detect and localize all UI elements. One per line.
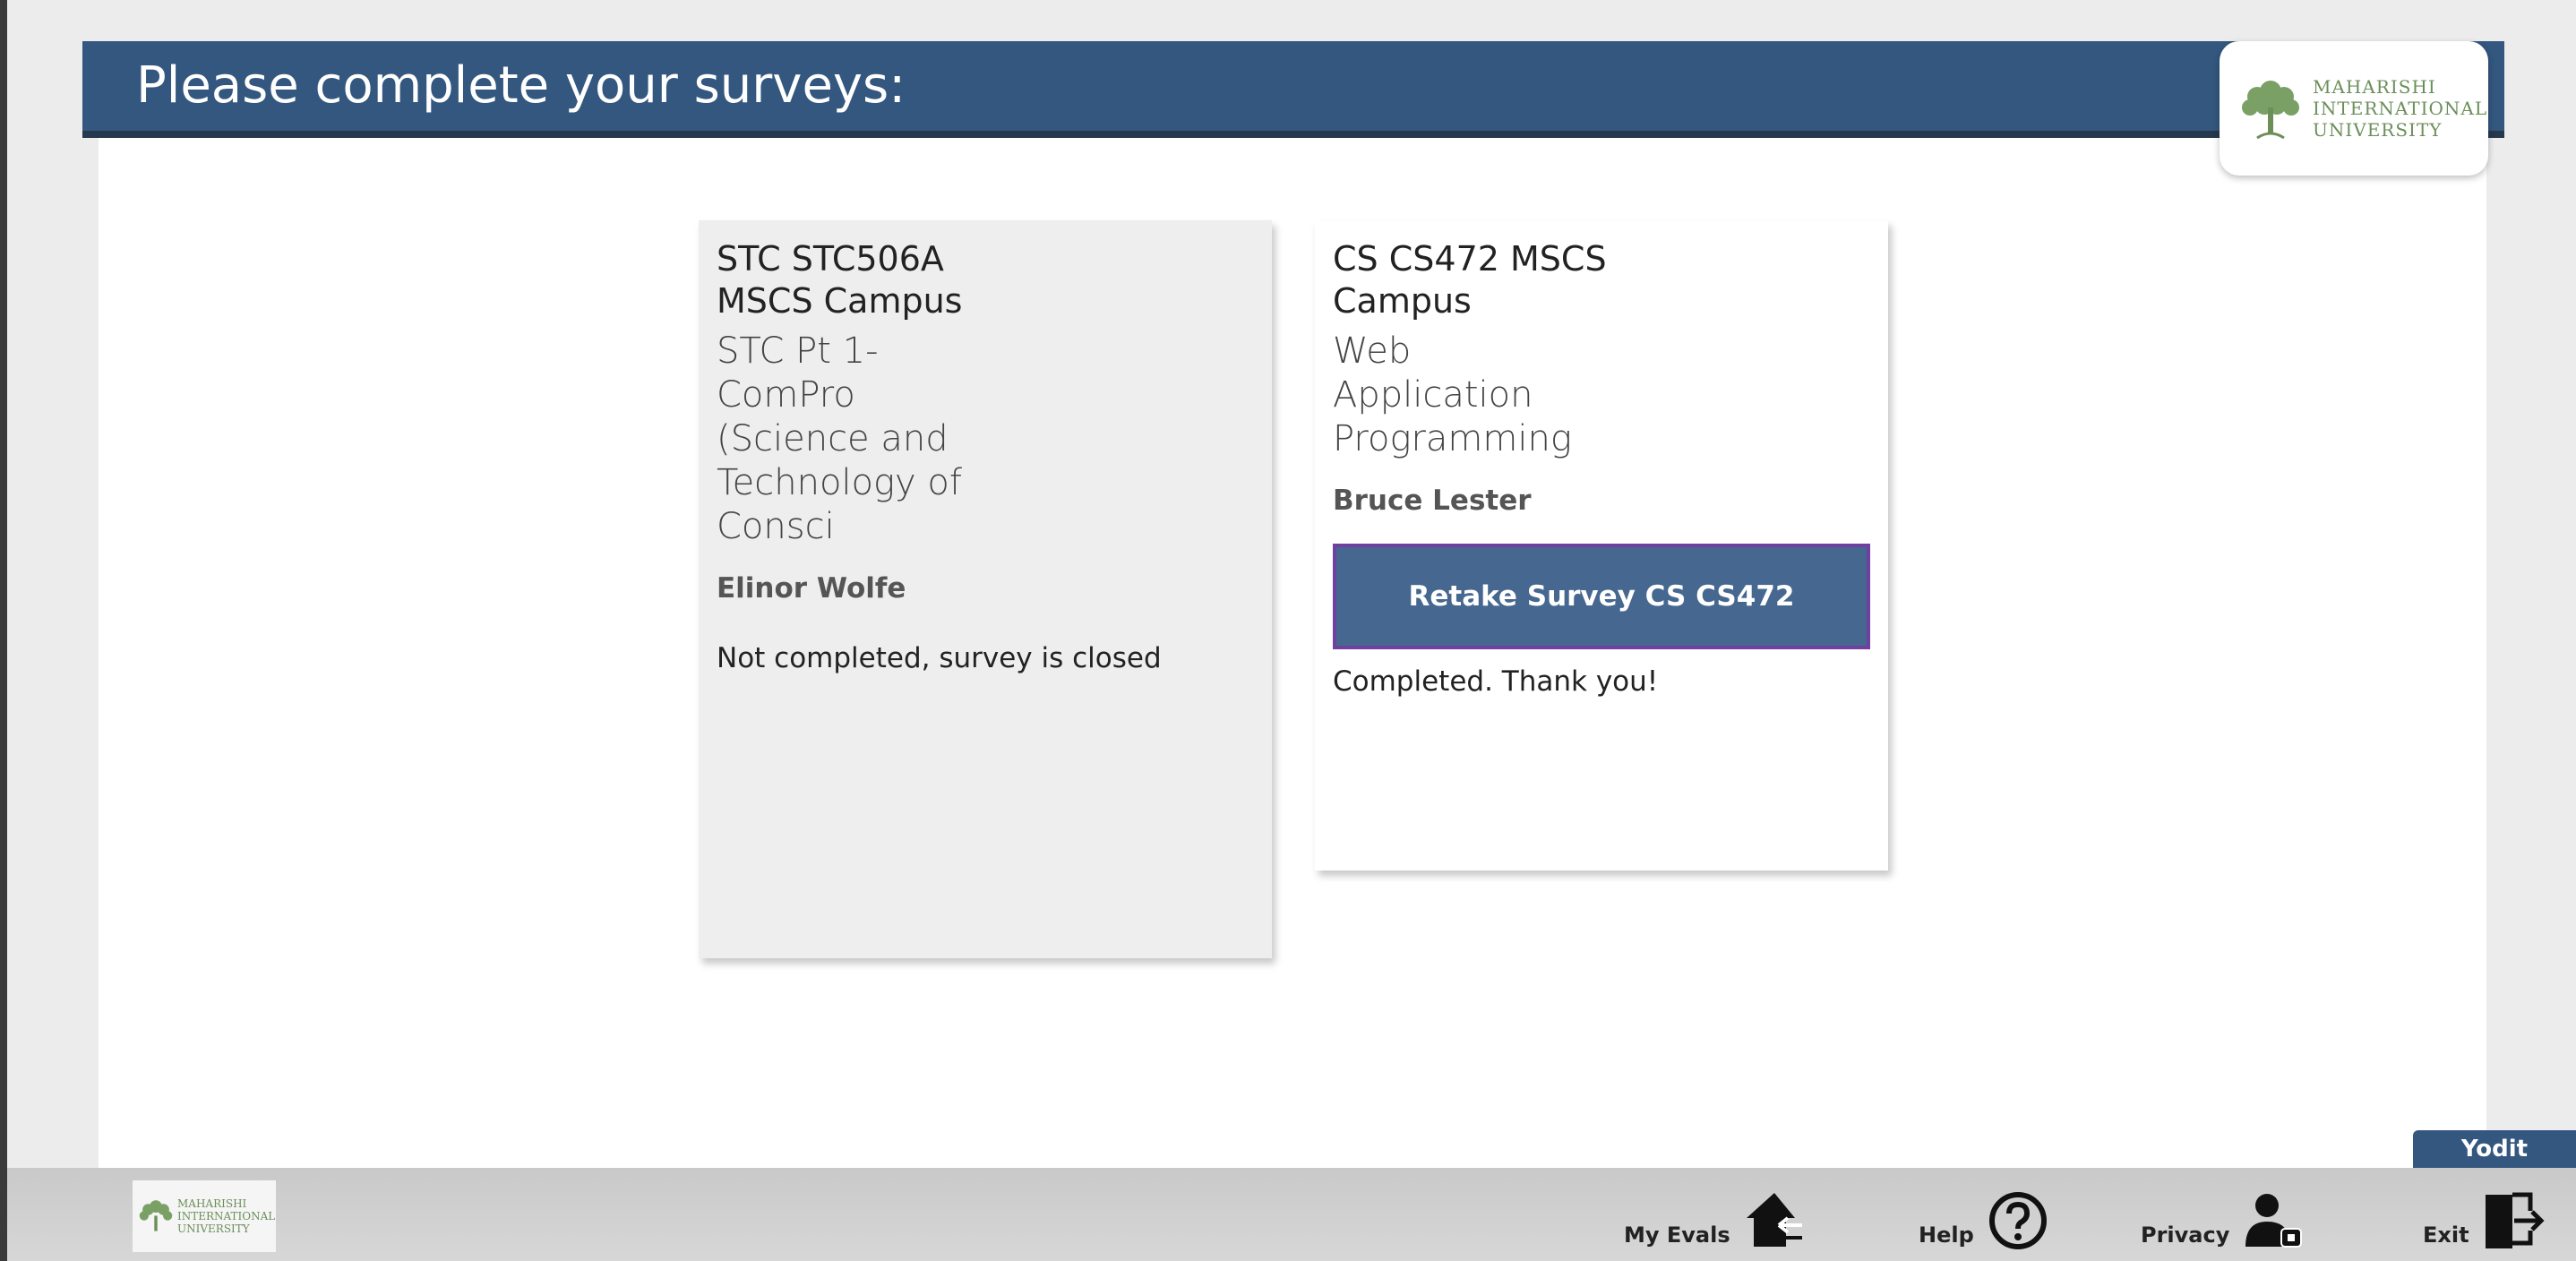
- survey-card-cs472: CS CS472 MSCS Campus Web Application Pro…: [1315, 220, 1888, 871]
- help-icon: [1988, 1192, 2047, 1249]
- exit-icon: [2485, 1192, 2545, 1248]
- footer-bar: MAHARISHI INTERNATIONAL UNIVERSITY My Ev…: [7, 1168, 2576, 1261]
- footer-my-evals-link[interactable]: My Evals: [1624, 1184, 1806, 1252]
- survey-status: Completed. Thank you!: [1333, 665, 1659, 698]
- survey-card-stc506a: STC STC506A MSCS Campus STC Pt 1-ComPro …: [699, 220, 1272, 958]
- instructor-name: Bruce Lester: [1333, 485, 1532, 517]
- user-name-badge: Yodit Abraha: [2413, 1130, 2576, 1200]
- tree-logo-icon: [139, 1200, 173, 1231]
- page-title: Please complete your surveys:: [136, 56, 906, 115]
- home-icon: [1746, 1193, 1802, 1247]
- survey-status: Not completed, survey is closed: [717, 642, 1162, 674]
- instructor-name: Elinor Wolfe: [717, 572, 906, 605]
- my-evals-label: My Evals: [1624, 1222, 1730, 1248]
- tree-logo-icon: [2242, 81, 2299, 140]
- retake-survey-button[interactable]: Retake Survey CS CS472: [1333, 544, 1870, 649]
- course-code: STC STC506A MSCS Campus: [717, 239, 963, 321]
- main-content-panel: [99, 134, 2486, 1173]
- logo-wordmark: MAHARISHI INTERNATIONAL UNIVERSITY: [177, 1197, 276, 1235]
- help-label: Help: [1919, 1222, 1974, 1248]
- privacy-label: Privacy: [2141, 1222, 2230, 1248]
- exit-label: Exit: [2423, 1222, 2469, 1248]
- university-logo: MAHARISHI INTERNATIONAL UNIVERSITY: [2220, 41, 2488, 176]
- footer-privacy-link[interactable]: Privacy: [2141, 1184, 2305, 1252]
- footer-exit-link[interactable]: Exit: [2423, 1184, 2545, 1252]
- page-header: Please complete your surveys:: [82, 41, 2504, 131]
- course-code: CS CS472 MSCS Campus: [1333, 239, 1607, 321]
- window-edge: [0, 0, 7, 1261]
- footer-logo: MAHARISHI INTERNATIONAL UNIVERSITY: [133, 1180, 276, 1252]
- privacy-icon: [2245, 1194, 2303, 1248]
- footer-help-link[interactable]: Help: [1919, 1184, 2049, 1252]
- course-name: STC Pt 1-ComPro (Science and Technology …: [717, 330, 962, 547]
- course-name: Web Application Programming: [1333, 330, 1572, 459]
- logo-wordmark: MAHARISHI INTERNATIONAL UNIVERSITY: [2313, 76, 2488, 141]
